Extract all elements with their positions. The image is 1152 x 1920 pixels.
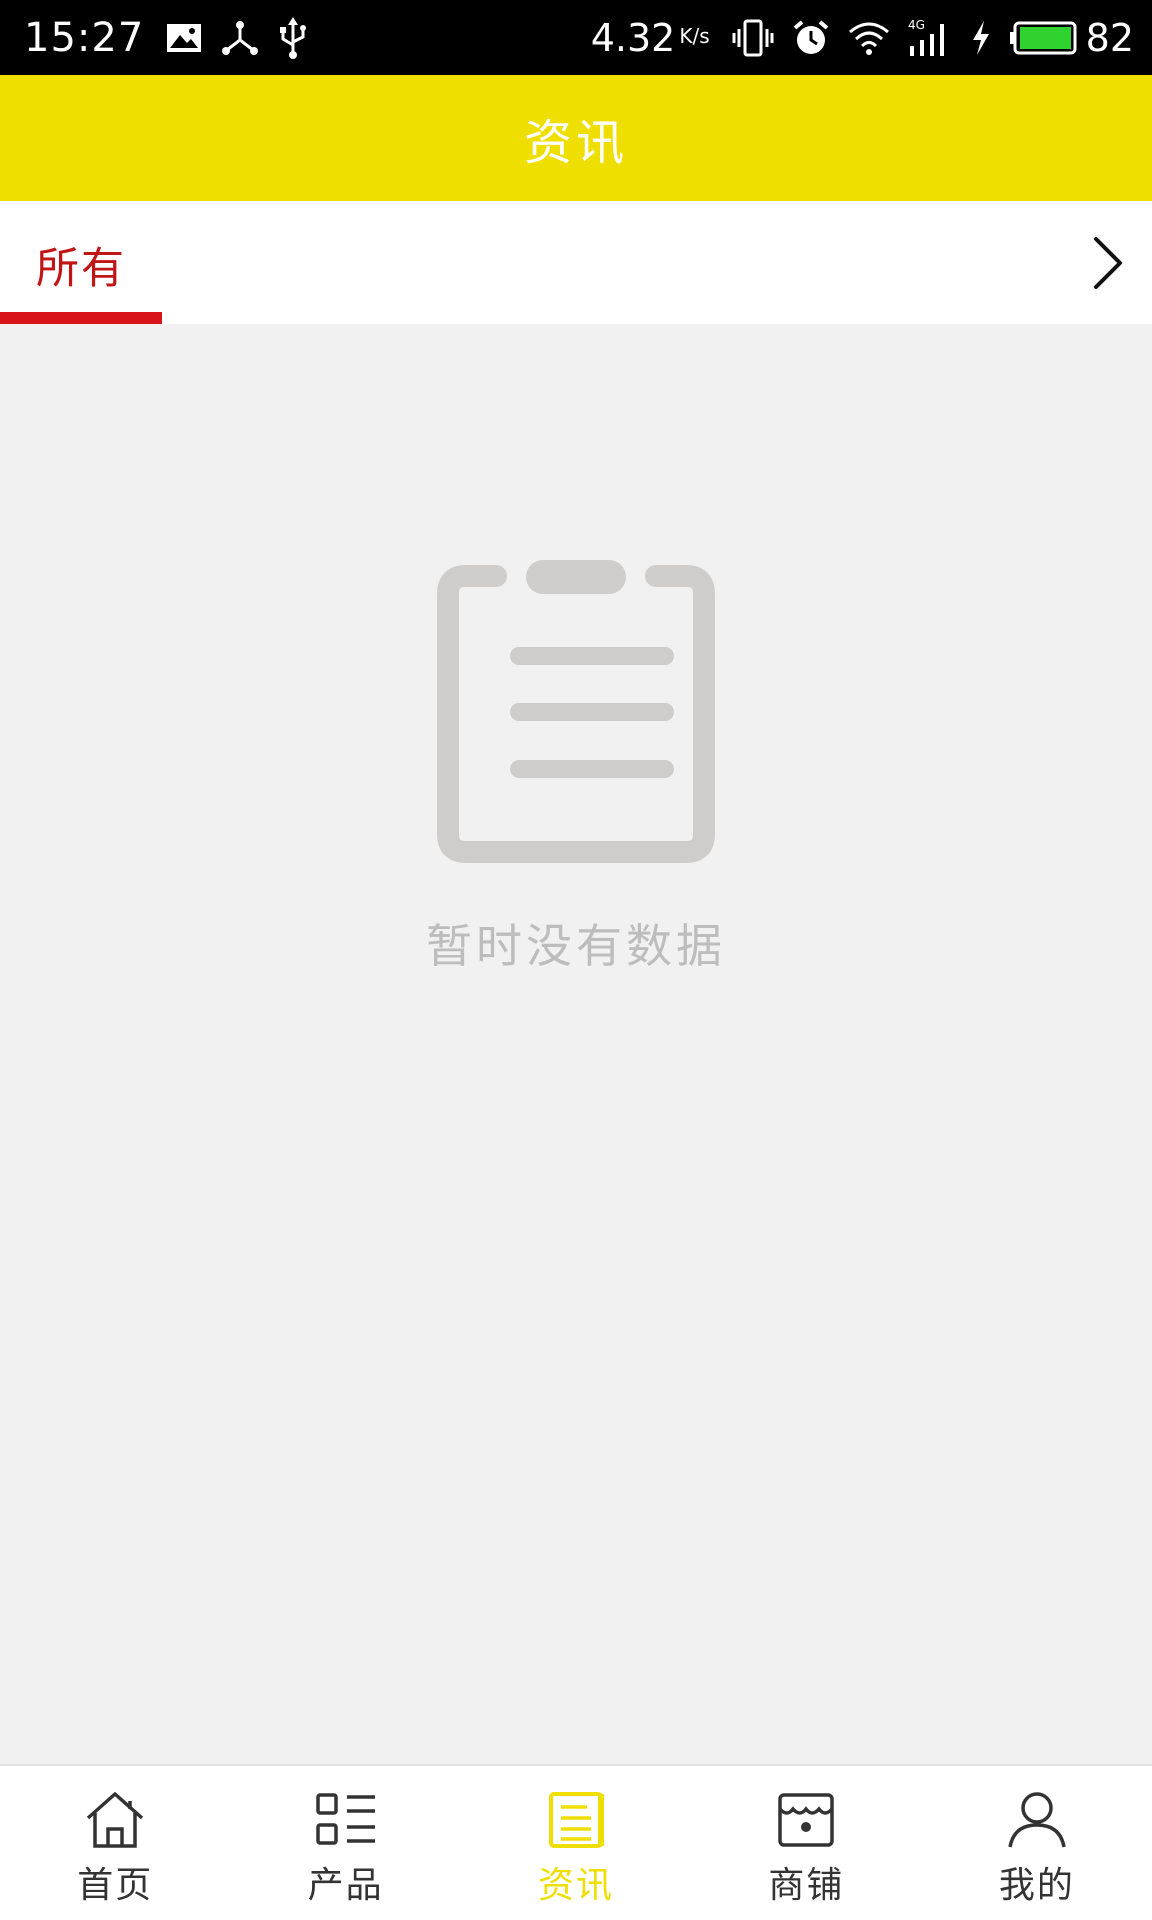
status-right: 4.32 K/s 4G 82	[591, 16, 1134, 60]
home-icon	[82, 1788, 148, 1852]
clipboard-icon	[426, 540, 726, 870]
nav-label: 我的	[998, 1865, 1075, 1906]
nav-item-mine[interactable]: 我的	[922, 1766, 1152, 1920]
wifi-icon	[848, 20, 890, 56]
app-header: 资讯	[0, 75, 1152, 201]
battery-level: 82	[1085, 15, 1134, 60]
category-tab-label: 所有	[36, 244, 126, 294]
category-bar: 所有	[0, 201, 1152, 324]
charging-icon	[970, 20, 992, 56]
status-left: 15:27	[24, 15, 326, 61]
news-icon	[543, 1788, 609, 1852]
nav-item-news[interactable]: 资讯	[461, 1766, 691, 1920]
status-time: 15:27	[24, 14, 145, 61]
empty-message: 暂时没有数据	[426, 919, 726, 973]
chevron-right-icon[interactable]	[1078, 231, 1138, 295]
svg-text:4G: 4G	[908, 18, 925, 32]
nav-item-products[interactable]: 产品	[230, 1766, 460, 1920]
alarm-icon	[792, 19, 830, 57]
share-icon	[220, 20, 260, 56]
usb-icon	[278, 16, 308, 59]
battery-icon	[1009, 21, 1078, 55]
nav-label: 资讯	[538, 1865, 615, 1906]
user-icon	[1004, 1788, 1070, 1852]
news-screen: 15:27 4.32 K/s 4G 82 资讯 所有 暂时没有数据 首页 产品 …	[0, 0, 1152, 1920]
bottom-nav: 首页 产品 资讯 商铺 我的	[0, 1764, 1152, 1920]
status-bar: 15:27 4.32 K/s 4G 82	[0, 0, 1152, 75]
vibrate-icon	[732, 18, 774, 58]
nav-item-home[interactable]: 首页	[0, 1766, 230, 1920]
signal-4g-icon: 4G	[908, 18, 952, 58]
active-tab-indicator	[0, 312, 162, 324]
nav-label: 商铺	[768, 1865, 845, 1906]
category-tab-all[interactable]: 所有	[0, 201, 162, 324]
image-icon	[166, 23, 202, 53]
empty-state: 暂时没有数据	[0, 540, 1152, 976]
page-title: 资讯	[523, 115, 628, 171]
store-icon	[773, 1788, 839, 1852]
net-speed: 4.32	[590, 15, 676, 60]
nav-item-store[interactable]: 商铺	[691, 1766, 921, 1920]
grid-list-icon	[313, 1788, 379, 1852]
nav-label: 产品	[307, 1865, 384, 1906]
nav-label: 首页	[77, 1865, 154, 1906]
net-speed-unit: K/s	[679, 23, 710, 48]
